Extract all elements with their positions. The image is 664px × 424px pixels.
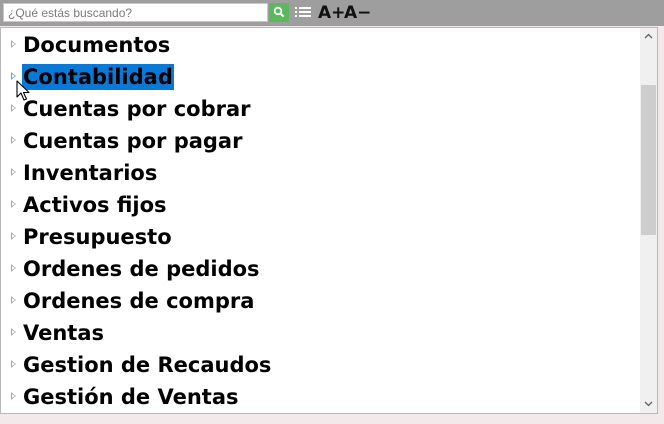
tree-panel: Documentos Contabilidad Cuentas por cobrar… xyxy=(0,27,658,414)
mouse-pointer-icon xyxy=(16,80,30,101)
triangle-right-icon[interactable] xyxy=(11,168,16,176)
search-button[interactable] xyxy=(269,3,289,22)
tree-item-label: Presupuesto xyxy=(23,225,172,249)
triangle-right-icon[interactable] xyxy=(11,392,16,400)
triangle-right-icon[interactable] xyxy=(11,40,16,48)
top-toolbar: A+ A− xyxy=(0,0,664,26)
triangle-right-icon[interactable] xyxy=(11,136,16,144)
tree-item-label: Cuentas por cobrar xyxy=(23,97,251,121)
tree-item-label: Activos fijos xyxy=(23,193,167,217)
tree-item-label: Contabilidad xyxy=(22,64,174,90)
tree-item-label: Documentos xyxy=(23,33,171,57)
scrollbar-thumb[interactable] xyxy=(641,85,656,235)
tree-item-label: Cuentas por pagar xyxy=(23,129,243,153)
tree-item-label: Inventarios xyxy=(23,161,158,185)
vertical-scrollbar[interactable] xyxy=(640,28,657,413)
triangle-right-icon[interactable] xyxy=(11,104,16,112)
triangle-right-icon[interactable] xyxy=(11,264,16,272)
triangle-right-icon[interactable] xyxy=(11,232,16,240)
search-input[interactable] xyxy=(4,4,267,21)
chevron-up-icon xyxy=(644,33,653,39)
tree-item-label: Ventas xyxy=(23,321,105,345)
triangle-right-icon[interactable] xyxy=(11,72,16,80)
font-decrease-button[interactable]: A− xyxy=(344,2,371,24)
list-view-button[interactable] xyxy=(294,5,312,21)
font-increase-button[interactable]: A+ xyxy=(318,2,345,24)
triangle-right-icon[interactable] xyxy=(11,200,16,208)
tree-item-label: Gestión de Ventas xyxy=(23,385,239,409)
triangle-right-icon[interactable] xyxy=(11,328,16,336)
search-box xyxy=(3,3,268,22)
triangle-right-icon[interactable] xyxy=(11,296,16,304)
search-icon xyxy=(273,6,285,18)
tree-item-label: Ordenes de compra xyxy=(23,289,255,313)
list-icon xyxy=(295,7,311,17)
tree-item-label: Ordenes de pedidos xyxy=(23,257,260,281)
triangle-right-icon[interactable] xyxy=(11,360,16,368)
scroll-down-button[interactable] xyxy=(640,396,657,413)
scroll-up-button[interactable] xyxy=(640,28,657,45)
tree-item-label: Gestion de Recaudos xyxy=(23,353,272,377)
chevron-down-icon xyxy=(644,401,653,407)
